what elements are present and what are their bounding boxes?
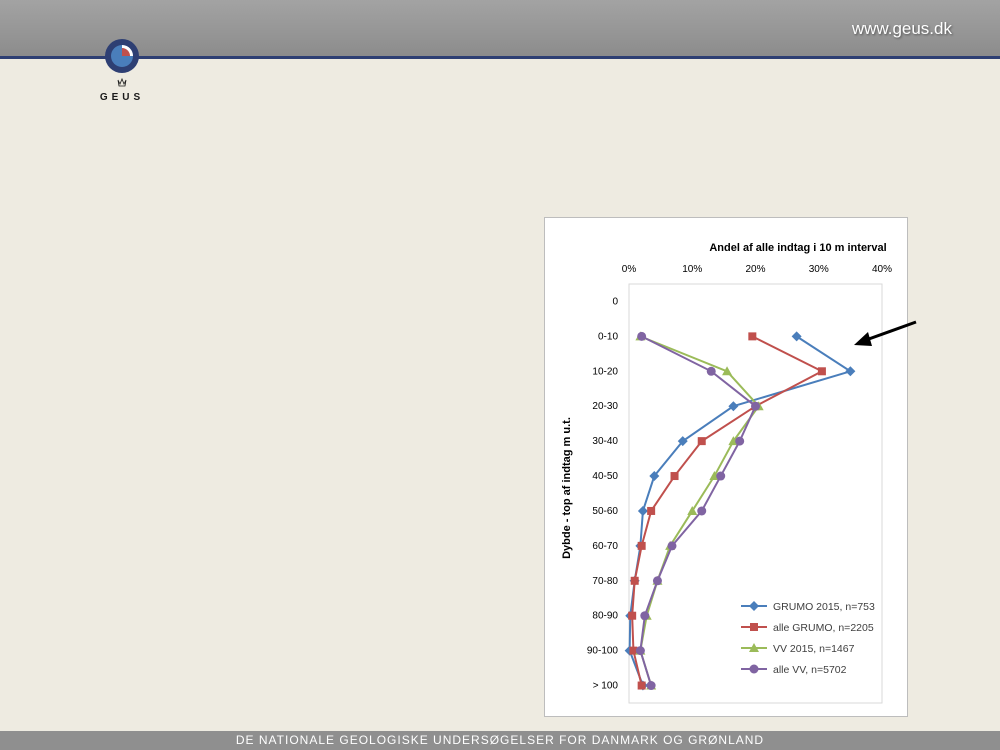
y-tick-label: 10-20 [592,366,618,377]
y-tick-label: 40-50 [592,471,618,482]
data-point-square [647,506,656,515]
x-tick-label: 40% [872,264,892,275]
data-point-square [637,541,646,550]
data-point-diamond [637,505,648,516]
legend-label: alle VV, n=5702 [773,664,847,676]
x-tick-label: 30% [809,264,829,275]
data-point-circle [749,664,759,674]
y-tick-label: 70-80 [592,576,618,587]
y-tick-label: 0 [612,296,618,307]
data-point-circle [646,681,656,691]
arrow-pointer [854,320,917,346]
data-point-diamond [791,331,802,342]
data-point-circle [697,506,707,516]
site-url[interactable]: www.geus.dk [852,19,952,39]
data-point-circle [667,541,677,551]
y-tick-label: 80-90 [592,611,618,622]
data-point-circle [652,576,662,586]
footer-bar: DE NATIONALE GEOLOGISKE UNDERSØGELSER FO… [0,731,1000,750]
data-point-circle [716,471,726,481]
legend-label: VV 2015, n=1467 [773,643,855,655]
chart-title: Andel af alle indtag i 10 m interval [709,242,886,254]
data-point-square [637,681,646,690]
data-point-square [697,437,706,446]
y-tick-label: 90-100 [587,646,619,657]
depth-profile-chart: Andel af alle indtag i 10 m interval Dyb… [561,242,892,704]
x-tick-label: 20% [745,264,765,275]
data-point-square [670,472,679,481]
y-tick-label: > 100 [593,681,619,692]
data-point-circle [735,436,745,446]
logo-text: GEUS [99,92,145,103]
data-point-circle [635,646,645,656]
y-tick-label: 60-70 [592,541,618,552]
legend: GRUMO 2015, n=753 alle GRUMO, n=2205 VV 20… [741,601,875,676]
data-point-circle [637,331,647,341]
y-tick-label: 50-60 [592,506,618,517]
data-point-triangle [687,505,698,515]
data-point-square [628,611,637,620]
data-point-square [748,332,757,341]
y-tick-label: 0-10 [598,331,618,342]
data-point-circle [706,366,716,376]
geus-logo: GEUS [92,36,152,106]
y-axis-label: Dybde - top af indtag m u.t. [561,417,573,559]
chart-panel: Andel af alle indtag i 10 m interval Dyb… [544,217,908,717]
data-point-circle [751,401,760,411]
legend-label: alle GRUMO, n=2205 [773,622,874,634]
y-tick-label: 20-30 [592,401,618,412]
data-point-square [817,367,826,376]
y-tick-label: 30-40 [592,436,618,447]
x-tick-label: 10% [682,264,702,275]
data-point-square [630,576,639,585]
data-point-circle [640,611,650,621]
legend-label: GRUMO 2015, n=753 [773,601,875,613]
x-tick-label: 0% [622,264,637,275]
data-point-diamond [749,601,759,611]
data-point-diamond [845,366,856,377]
data-point-square [750,623,758,631]
